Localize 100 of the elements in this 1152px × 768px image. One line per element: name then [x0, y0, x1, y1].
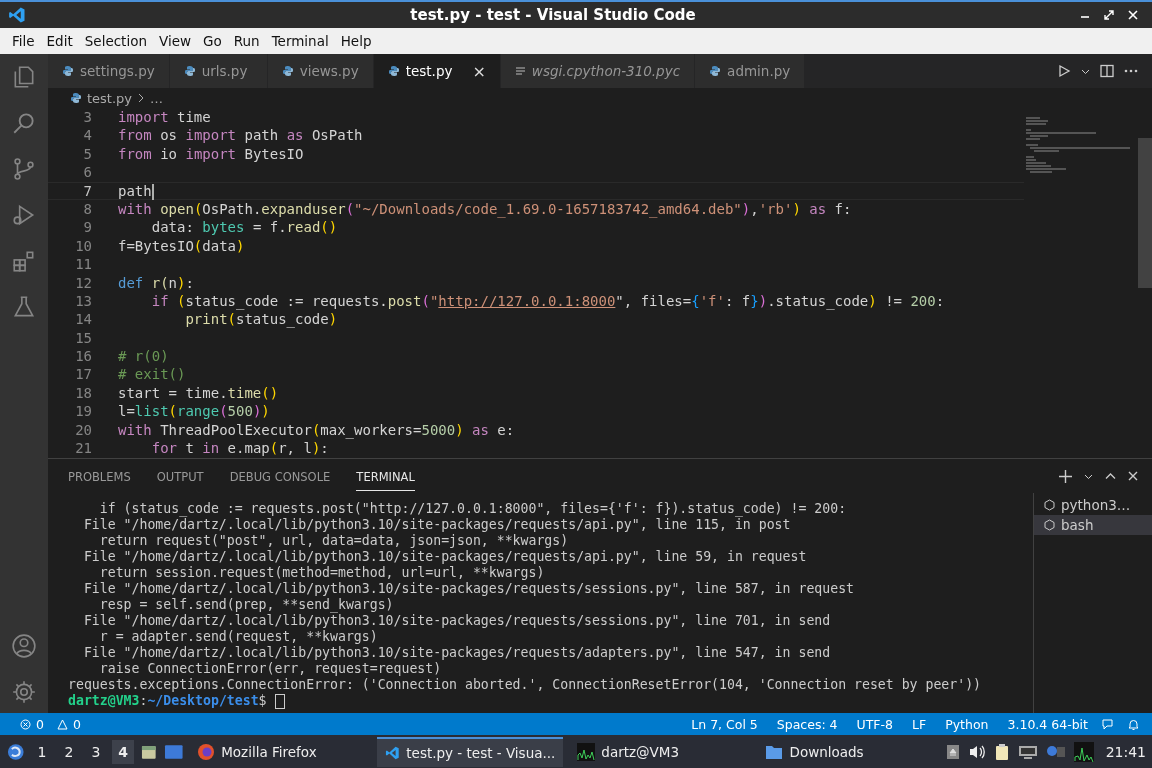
menu-item[interactable]: Help — [334, 33, 378, 49]
chevron-up-icon[interactable] — [1105, 470, 1116, 482]
menu-item[interactable]: View — [152, 33, 197, 49]
clipboard-icon[interactable] — [993, 742, 1010, 761]
panel-tab[interactable]: DEBUG CONSOLE — [229, 461, 331, 491]
warning-count[interactable]: 0 — [72, 716, 81, 732]
terminal-item[interactable]: bash — [1034, 515, 1152, 535]
scrollbar-thumb[interactable] — [1138, 138, 1152, 288]
code-line: with open(OsPath.expanduser("~/Downloads/code_1.69.0-1657183742_amd64.deb"),'rb') as f: — [118, 199, 852, 219]
terminal-line: File "/home/dartz/.local/lib/python3.10/site-packages/requests/sessions.py", line 587, in request — [82, 581, 855, 597]
eject-icon[interactable] — [945, 743, 960, 760]
split-editor-icon[interactable] — [1100, 64, 1114, 78]
line-number: 4 — [82, 126, 93, 145]
settings-icon[interactable] — [11, 679, 37, 705]
line-number: 7 — [82, 181, 93, 200]
line-number: 14 — [74, 310, 93, 329]
code-line: with ThreadPoolExecutor(max_workers=5000) as e: — [118, 420, 515, 440]
taskbar-app[interactable]: Downloads — [757, 736, 940, 767]
line-number: 21 — [74, 439, 93, 458]
taskbar-app[interactable]: test.py - test - Visua... — [377, 736, 564, 767]
status-item[interactable]: LF — [912, 716, 927, 732]
code-line: def r(n): — [118, 273, 194, 292]
close-icon[interactable] — [1128, 471, 1138, 481]
feedback-icon[interactable] — [1101, 717, 1114, 731]
line-number: 18 — [74, 383, 93, 403]
code-line: f=BytesIO(data) — [118, 236, 245, 256]
terminal-line: return session.request(method=method, url=url, **kwargs) — [98, 565, 546, 581]
line-number: 19 — [74, 402, 93, 421]
window-title: test.py - test - Visual Studio Code — [409, 6, 697, 24]
error-count[interactable]: 0 — [36, 716, 44, 732]
run-icon[interactable] — [1057, 64, 1071, 78]
line-number: 15 — [74, 328, 93, 348]
close-tab-button[interactable]: × — [472, 61, 486, 81]
workspace-button[interactable]: 1 — [31, 739, 53, 764]
plus-icon[interactable] — [1059, 469, 1072, 483]
cpu-graph-icon[interactable] — [1073, 741, 1094, 762]
speaker-icon[interactable] — [967, 743, 986, 760]
prompt-separator: : — [139, 693, 148, 709]
more-icon[interactable] — [1124, 69, 1138, 73]
editor-tab[interactable]: admin.py — [695, 54, 806, 88]
warning-icon[interactable] — [56, 718, 68, 730]
editor-tab[interactable]: test.py × — [373, 54, 501, 88]
terminal-icon — [1044, 519, 1055, 531]
panel-tab[interactable]: TERMINAL — [356, 461, 415, 491]
panel-tab[interactable]: PROBLEMS — [68, 461, 131, 491]
breadcrumb-item[interactable]: test.py — [87, 90, 133, 106]
python-icon — [70, 92, 82, 104]
taskbar-app[interactable]: Mozilla Firefox — [189, 736, 372, 767]
window-icon[interactable] — [163, 742, 184, 761]
status-item[interactable]: Ln 7, Col 5 — [691, 716, 758, 732]
terminal-item[interactable]: python3… — [1034, 495, 1152, 515]
line-number: 16 — [74, 347, 93, 366]
terminal-line: File "/home/dartz/.local/lib/python3.10/site-packages/requests/api.py", line 115, in post — [82, 517, 792, 533]
editor-tab[interactable]: urls.py — [169, 54, 268, 88]
status-item[interactable]: Spaces: 4 — [776, 716, 838, 732]
vscode-logo-icon — [8, 6, 26, 24]
menu-item[interactable]: File — [6, 33, 41, 49]
menu-item[interactable]: Edit — [40, 33, 79, 49]
search-icon[interactable] — [11, 110, 37, 136]
editor-tab[interactable]: wsgi.cpython-310.pyc — [500, 54, 696, 88]
bell-icon[interactable] — [1127, 717, 1140, 731]
editor-tab[interactable]: settings.py — [48, 54, 170, 88]
menu-item[interactable]: Selection — [78, 33, 153, 49]
branch-icon[interactable] — [11, 156, 37, 182]
menu-item[interactable]: Run — [227, 33, 266, 49]
clock[interactable]: 21:41 — [1105, 743, 1146, 760]
status-item[interactable]: UTF-8 — [856, 716, 894, 732]
code-line: from os import path as OsPath — [118, 126, 363, 145]
code-line: l=list(range(500)) — [118, 402, 270, 421]
notification-icon[interactable] — [1045, 743, 1066, 760]
editor-tab[interactable]: views.py — [267, 54, 374, 88]
network-icon[interactable] — [1017, 743, 1038, 760]
terminal-line: requests.exceptions.ConnectionError: ('Connection aborted.', ConnectionResetError(104, 'Connection reset by peer')) — [68, 677, 983, 693]
status-item[interactable]: Python — [945, 716, 989, 732]
prompt-path: ~/Desktop/test — [147, 693, 259, 709]
workspace-button[interactable]: 2 — [58, 739, 80, 764]
menu-item[interactable]: Terminal — [265, 33, 335, 49]
python-icon — [62, 65, 74, 77]
lines-icon — [514, 65, 526, 77]
breadcrumb-item[interactable]: … — [150, 90, 164, 106]
account-icon[interactable] — [11, 633, 37, 659]
code-line: from io import BytesIO — [118, 144, 304, 164]
taskbar-app[interactable]: dartz@VM3 — [569, 736, 752, 767]
code-line: path — [118, 181, 154, 200]
terminal-icon — [1044, 499, 1055, 511]
menu-item[interactable]: Go — [197, 33, 228, 49]
line-number: 11 — [74, 255, 93, 274]
code-line: start = time.time() — [118, 383, 279, 403]
panel-tab[interactable]: OUTPUT — [156, 461, 204, 491]
status-item[interactable]: 3.10.4 64-bit — [1007, 716, 1088, 732]
maximize-icon[interactable] — [1104, 10, 1114, 20]
python-icon — [183, 65, 196, 77]
python-icon — [387, 65, 400, 77]
workspace-button[interactable]: 3 — [85, 739, 107, 764]
start-menu-icon[interactable] — [6, 741, 26, 762]
chevron-right-icon — [137, 93, 146, 103]
code-line: # r(0) — [118, 347, 169, 366]
workspace-button[interactable]: 4 — [112, 739, 135, 764]
code-line: if (status_code := requests.post("http://127.0.0.1:8000", files={'f': f}).status_code) != 200: — [150, 291, 945, 311]
error-icon[interactable] — [20, 718, 31, 730]
